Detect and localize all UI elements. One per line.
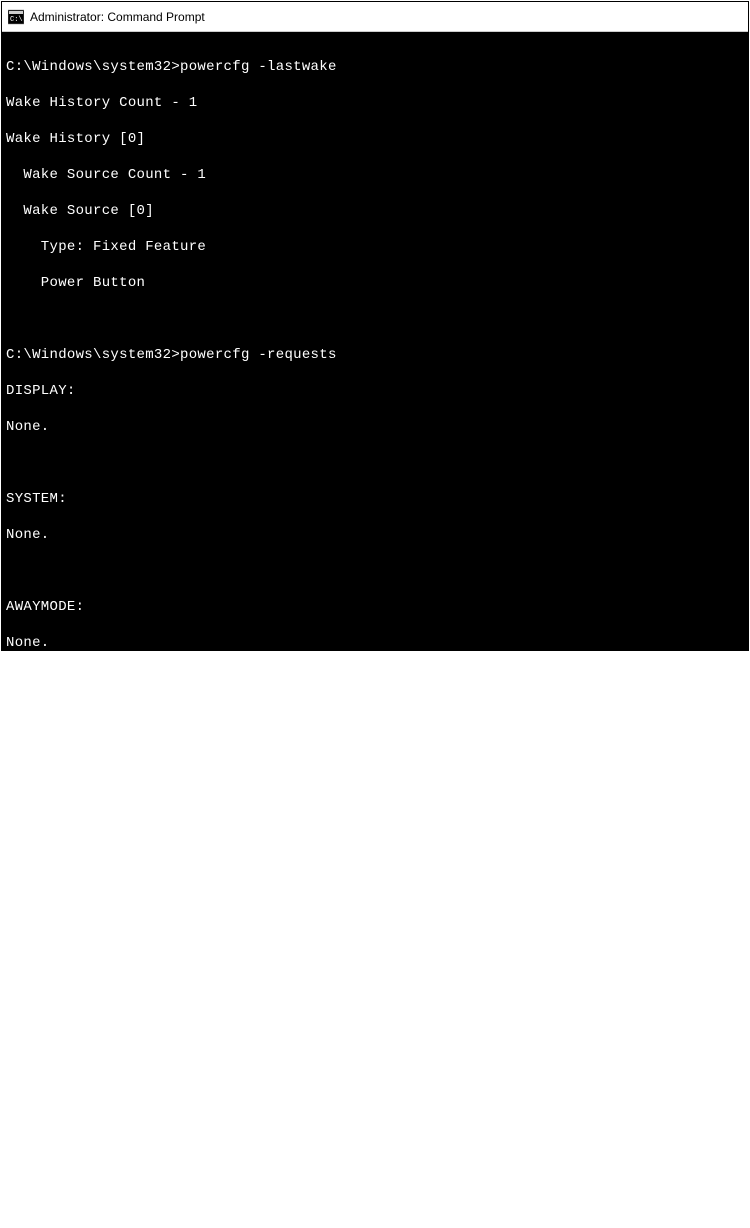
prompt: C:\Windows\system32> [6, 347, 180, 363]
output-line: Wake History [0] [6, 130, 744, 148]
blank-line [6, 1030, 744, 1048]
output-line: SYSTEM: [6, 490, 744, 508]
output-line: Wake Source Count - 1 [6, 166, 744, 184]
output-line: None. [6, 850, 744, 868]
output-line: AWAYMODE: [6, 598, 744, 616]
output-line: Wake History Count - 1 [6, 94, 744, 112]
blank-line [6, 310, 744, 328]
titlebar[interactable]: C:\ Administrator: Command Prompt [2, 2, 748, 32]
output-line: Wake Source [0] [6, 202, 744, 220]
output-line: None. [6, 526, 744, 544]
output-line: None. [6, 418, 744, 436]
output-line: PERFBOOST: [6, 814, 744, 832]
output-line: None. [6, 958, 744, 976]
blank-line [6, 670, 744, 688]
output-line: EXECUTION: [6, 706, 744, 724]
window-title: Administrator: Command Prompt [30, 10, 205, 24]
command-text: powercfg -devicequery wake_armed [180, 1067, 458, 1083]
svg-text:C:\: C:\ [10, 16, 23, 24]
prompt: C:\Windows\system32> [6, 59, 180, 75]
output-line: NONE [6, 1102, 744, 1120]
prompt: C:\Windows\system32> [6, 1175, 180, 1191]
output-line: DISPLAY: [6, 382, 744, 400]
output-line: None. [6, 634, 744, 652]
blank-line [6, 1138, 744, 1156]
blank-line [6, 886, 744, 904]
command-prompt-window: C:\ Administrator: Command Prompt C:\Win… [1, 1, 749, 651]
output-line: None. [6, 742, 744, 760]
command-prompt-icon: C:\ [8, 9, 24, 25]
output-line: ACTIVELOCKSCREEN: [6, 922, 744, 940]
output-line: Type: Fixed Feature [6, 238, 744, 256]
command-text: powercfg -requests [180, 347, 337, 363]
blank-line [6, 994, 744, 1012]
command-text: powercfg -lastwake [180, 59, 337, 75]
prompt: C:\Windows\system32> [6, 1067, 180, 1083]
blank-line [6, 778, 744, 796]
blank-line [6, 562, 744, 580]
output-line: Power Button [6, 274, 744, 292]
blank-line [6, 454, 744, 472]
cursor [180, 1188, 188, 1191]
terminal-area[interactable]: C:\Windows\system32>powercfg -lastwake W… [2, 32, 748, 650]
